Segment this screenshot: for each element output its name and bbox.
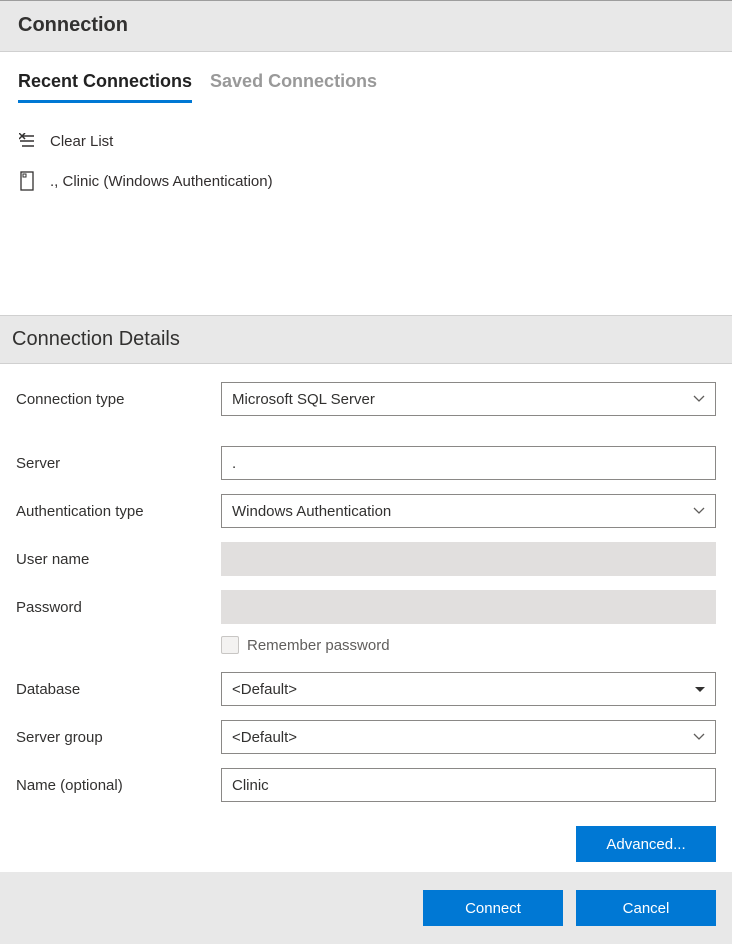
name-optional-input[interactable] <box>221 768 716 802</box>
recent-connection-label: ., Clinic (Windows Authentication) <box>50 173 273 190</box>
username-label: User name <box>16 551 221 568</box>
username-input <box>221 542 716 576</box>
clear-list-label: Clear List <box>50 133 113 150</box>
connection-details-title: Connection Details <box>12 328 720 351</box>
page-title: Connection <box>18 14 714 37</box>
remember-password-label: Remember password <box>247 637 390 654</box>
tab-saved-connections[interactable]: Saved Connections <box>210 71 377 103</box>
footer-bar: Connect Cancel <box>0 872 732 944</box>
server-label: Server <box>16 455 221 472</box>
server-group-label: Server group <box>16 729 221 746</box>
remember-password-checkbox[interactable] <box>221 636 239 654</box>
password-label: Password <box>16 599 221 616</box>
clear-list-icon <box>18 131 38 151</box>
tab-recent-connections[interactable]: Recent Connections <box>18 71 192 103</box>
server-icon <box>18 171 38 191</box>
recent-connection-item[interactable]: ., Clinic (Windows Authentication) <box>18 161 714 201</box>
recent-connections-list: Clear List ., Clinic (Windows Authentica… <box>0 103 732 201</box>
database-select[interactable]: <Default> <box>221 672 716 706</box>
chevron-down-icon <box>693 392 705 406</box>
advanced-button[interactable]: Advanced... <box>576 826 716 862</box>
chevron-down-icon <box>693 730 705 744</box>
tab-bar: Recent Connections Saved Connections <box>0 52 732 103</box>
connection-details-form: Connection type Microsoft SQL Server Ser… <box>0 364 732 872</box>
password-input <box>221 590 716 624</box>
clear-list-button[interactable]: Clear List <box>18 121 714 161</box>
connection-type-value: Microsoft SQL Server <box>232 391 375 408</box>
auth-type-value: Windows Authentication <box>232 503 391 520</box>
name-optional-label: Name (optional) <box>16 777 221 794</box>
database-value: <Default> <box>232 681 297 698</box>
caret-down-icon <box>695 687 705 692</box>
connection-type-label: Connection type <box>16 391 221 408</box>
connection-details-header: Connection Details <box>0 315 732 364</box>
chevron-down-icon <box>693 504 705 518</box>
server-group-value: <Default> <box>232 729 297 746</box>
server-group-select[interactable]: <Default> <box>221 720 716 754</box>
connect-button[interactable]: Connect <box>423 890 563 926</box>
connection-header: Connection <box>0 1 732 52</box>
auth-type-label: Authentication type <box>16 503 221 520</box>
auth-type-select[interactable]: Windows Authentication <box>221 494 716 528</box>
server-input[interactable] <box>221 446 716 480</box>
cancel-button[interactable]: Cancel <box>576 890 716 926</box>
connection-type-select[interactable]: Microsoft SQL Server <box>221 382 716 416</box>
spacer <box>0 201 732 315</box>
database-label: Database <box>16 681 221 698</box>
